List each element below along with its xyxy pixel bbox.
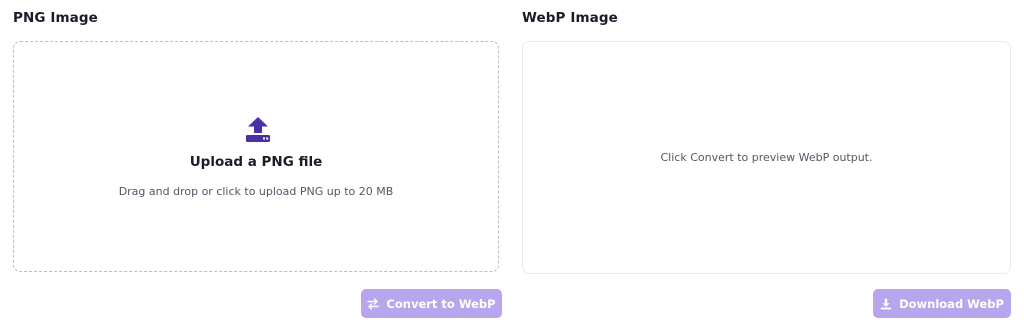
download-button-label: Download WebP <box>899 296 1004 311</box>
convert-button-label: Convert to WebP <box>386 296 496 311</box>
upload-icon <box>246 117 270 142</box>
png-upload-dropzone[interactable]: Upload a PNG file Drag and drop or click… <box>13 41 499 272</box>
preview-message: Click Convert to preview WebP output. <box>660 151 873 164</box>
webp-preview-area: Click Convert to preview WebP output. <box>522 41 1011 274</box>
webp-panel-title: WebP Image <box>522 10 618 26</box>
png-panel-title: PNG Image <box>13 10 98 26</box>
download-icon <box>880 298 892 309</box>
swap-arrows-icon <box>367 297 380 310</box>
download-webp-button[interactable]: Download WebP <box>873 289 1011 318</box>
upload-hint: Drag and drop or click to upload PNG up … <box>118 185 394 198</box>
upload-title: Upload a PNG file <box>189 154 323 170</box>
convert-to-webp-button[interactable]: Convert to WebP <box>361 289 502 318</box>
png-to-webp-converter: PNG Image WebP Image Upload a PNG file D… <box>0 0 1024 327</box>
